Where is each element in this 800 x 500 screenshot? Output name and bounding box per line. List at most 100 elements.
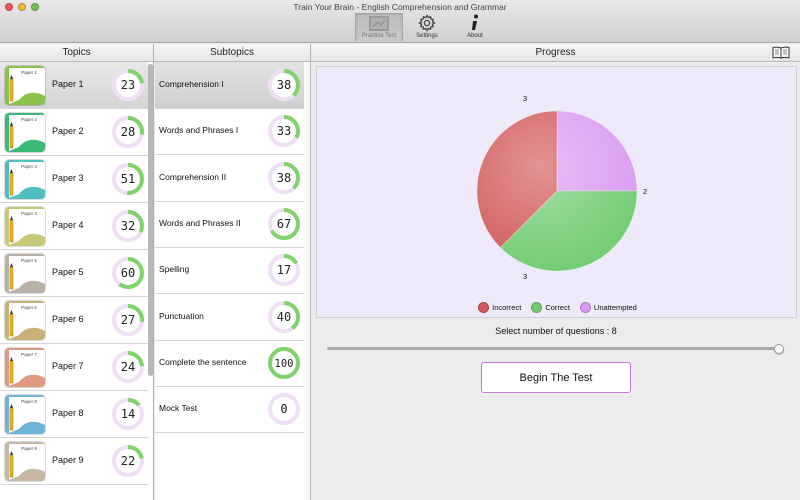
subtopic-row[interactable]: Punctuation 40 (155, 294, 304, 341)
subtopic-score-ring: 40 (266, 299, 302, 335)
ring-score-text: 27 (121, 313, 135, 327)
topic-score-ring: 28 (110, 114, 146, 150)
paper-thumbnail-icon: Paper 6 (5, 301, 45, 340)
progress-header-label: Progress (535, 47, 576, 58)
subtopic-score-ring: 33 (266, 113, 302, 149)
subtopic-label: Punctuation (159, 310, 204, 321)
topic-row-paper-6[interactable]: Paper 6 Paper 6 27 (0, 297, 148, 344)
topic-row-paper-8[interactable]: Paper 8 Paper 8 14 (0, 391, 148, 438)
topic-label: Paper 7 (52, 361, 84, 371)
topic-score-ring: 22 (110, 443, 146, 479)
ring-score-text: 0 (280, 402, 287, 416)
topics-scrollbar[interactable] (148, 64, 153, 376)
settings-button[interactable]: Settings (403, 13, 451, 41)
svg-text:Paper 6: Paper 6 (21, 305, 37, 310)
subtopic-row[interactable]: Mock Test 0 (155, 386, 304, 434)
subtopics-scroll-track (305, 62, 310, 500)
legend-swatch (531, 302, 543, 313)
svg-text:Paper 5: Paper 5 (21, 258, 37, 263)
score-ring: 0 (268, 393, 300, 426)
ring-score-text: 17 (277, 263, 291, 277)
score-ring: 38 (268, 161, 300, 194)
topic-score-ring: 27 (110, 302, 146, 338)
topic-label: Paper 6 (52, 314, 84, 324)
ring-score-text: 100 (275, 358, 294, 370)
ring-score-text: 33 (277, 124, 291, 138)
subtopic-score-ring: 17 (266, 252, 302, 288)
pie-chart: 3 3 2 (476, 94, 647, 281)
subtopic-label: Complete the sentence (159, 356, 247, 367)
topic-label: Paper 4 (52, 220, 84, 230)
ring-score-text: 38 (277, 171, 291, 185)
topic-thumbnail: Paper 4 (4, 206, 46, 247)
about-label: About (467, 33, 483, 39)
subtopics-header: Subtopics (154, 44, 311, 62)
topic-row-paper-9[interactable]: Paper 9 Paper 9 22 (0, 438, 148, 485)
pie-highlight (477, 111, 637, 271)
practice-test-button[interactable]: Practice Test (355, 13, 403, 41)
topic-score-ring: 51 (110, 161, 146, 197)
paper-thumbnail-icon: Paper 3 (5, 160, 45, 199)
pie-label-incorrect: 3 (523, 94, 527, 103)
progress-header: Progress (311, 44, 800, 62)
topic-thumbnail: Paper 5 (4, 253, 46, 294)
subtopic-label: Comprehension II (159, 171, 227, 182)
info-icon (469, 14, 481, 32)
topic-row-paper-1[interactable]: Paper 1 Paper 1 23 (0, 62, 148, 109)
svg-text:Paper 9: Paper 9 (21, 446, 37, 451)
pie-chart-box: 3 3 2 Incorrect Correct Unattempted (316, 66, 797, 318)
score-ring: 24 (112, 351, 144, 383)
paper-thumbnail-icon: Paper 5 (5, 254, 45, 293)
ring-score-text: 32 (121, 219, 135, 233)
ring-score-text: 28 (121, 125, 135, 139)
subtopic-row[interactable]: Spelling 17 (155, 247, 304, 295)
subtopic-row[interactable]: Complete the sentence 100 (155, 340, 304, 387)
ring-score-text: 23 (121, 78, 135, 92)
topic-row-paper-5[interactable]: Paper 5 Paper 5 60 (0, 250, 148, 297)
legend-swatch (478, 302, 490, 313)
paper-thumbnail-icon: Paper 2 (5, 113, 45, 152)
legend-label: Unattempted (593, 303, 637, 312)
topic-thumbnail: Paper 8 (4, 394, 46, 435)
score-ring: 14 (112, 398, 144, 430)
topic-label: Paper 3 (52, 173, 84, 183)
topic-thumbnail: Paper 2 (4, 112, 46, 153)
begin-test-button[interactable]: Begin The Test (481, 362, 631, 393)
ring-score-text: 51 (121, 172, 135, 186)
progress-panel: 3 3 2 Incorrect Correct Unattempted Select n… (312, 62, 800, 500)
topic-row-paper-7[interactable]: Paper 7 Paper 7 24 (0, 344, 148, 391)
ring-score-text: 22 (121, 454, 135, 468)
subtopic-score-ring: 38 (266, 67, 302, 103)
topic-score-ring: 14 (110, 396, 146, 432)
about-button[interactable]: About (451, 13, 499, 41)
book-icon[interactable] (772, 46, 790, 62)
ring-score-text: 14 (121, 407, 135, 421)
score-ring: 17 (268, 254, 300, 287)
score-ring: 60 (112, 257, 144, 289)
ring-score-text: 60 (121, 266, 135, 280)
subtopic-row[interactable]: Comprehension I 38 (155, 62, 304, 109)
topic-thumbnail: Paper 6 (4, 300, 46, 341)
subtopic-row[interactable]: Comprehension II 38 (155, 155, 304, 202)
practice-test-label: Practice Test (361, 33, 397, 39)
question-count-slider[interactable] (327, 347, 779, 350)
practice-test-icon (368, 14, 390, 32)
slider-thumb[interactable] (774, 344, 784, 354)
score-ring: 33 (268, 115, 300, 148)
score-ring: 27 (112, 304, 144, 336)
legend-item-correct: Correct (531, 302, 570, 313)
subtopic-row[interactable]: Words and Phrases I 33 (155, 108, 304, 156)
subtopic-label: Spelling (159, 264, 190, 275)
legend-label: Incorrect (492, 303, 522, 312)
topic-row-paper-4[interactable]: Paper 4 Paper 4 32 (0, 203, 148, 250)
score-ring: 40 (268, 300, 300, 333)
svg-text:Paper 8: Paper 8 (21, 399, 37, 404)
legend-label: Correct (545, 303, 570, 312)
topic-score-ring: 32 (110, 208, 146, 244)
ring-score-text: 67 (277, 217, 291, 231)
legend-item-incorrect: Incorrect (478, 302, 521, 313)
subtopic-row[interactable]: Words and Phrases II 67 (155, 201, 304, 248)
topic-row-paper-3[interactable]: Paper 3 Paper 3 51 (0, 156, 148, 203)
topic-row-paper-2[interactable]: Paper 2 Paper 2 28 (0, 109, 148, 156)
subtopics-list: Comprehension I 38 Words and Phrases I 33 Co… (155, 62, 311, 500)
